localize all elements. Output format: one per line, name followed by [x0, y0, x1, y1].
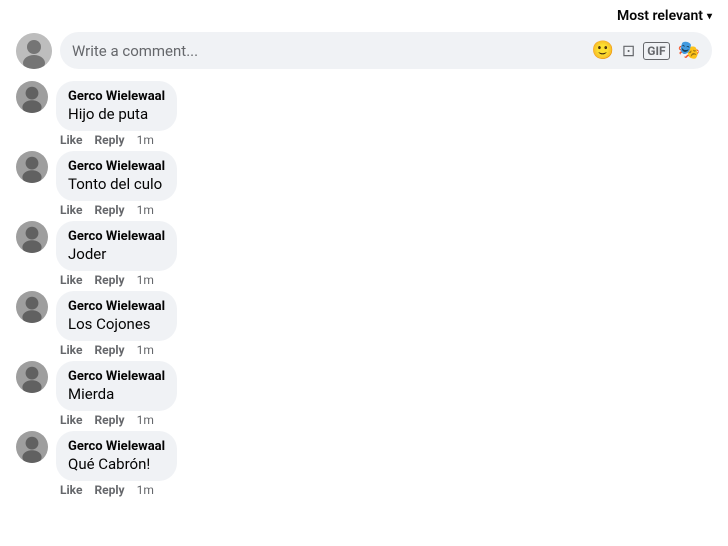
- commenter-avatar: [16, 361, 48, 393]
- commenter-avatar: [16, 81, 48, 113]
- chevron-down-icon: ▾: [707, 11, 712, 22]
- input-icons: 🙂 ⊡ GIF 🎭: [591, 40, 700, 61]
- top-bar: Most relevant ▾: [0, 0, 728, 28]
- comment-text: Joder: [68, 245, 165, 263]
- comment-text: Tonto del culo: [68, 175, 165, 193]
- comment-bubble: Gerco Wielewaal Mierda: [56, 361, 177, 411]
- reply-button[interactable]: Reply: [94, 203, 124, 217]
- comment-body: Gerco Wielewaal Los Cojones Like Reply 1…: [56, 291, 177, 357]
- comment-author: Gerco Wielewaal: [68, 229, 165, 244]
- like-button[interactable]: Like: [60, 483, 82, 497]
- sort-dropdown[interactable]: Most relevant ▾: [617, 8, 712, 24]
- comment-text: Hijo de puta: [68, 105, 165, 123]
- comment-bubble: Gerco Wielewaal Tonto del culo: [56, 151, 177, 201]
- comment-actions: Like Reply 1m: [56, 413, 177, 427]
- like-button[interactable]: Like: [60, 413, 82, 427]
- comment-item: Gerco Wielewaal Joder Like Reply 1m: [16, 221, 712, 287]
- comment-time: 1m: [137, 203, 154, 217]
- reply-button[interactable]: Reply: [94, 133, 124, 147]
- reply-button[interactable]: Reply: [94, 483, 124, 497]
- commenter-avatar: [16, 221, 48, 253]
- comment-bubble: Gerco Wielewaal Joder: [56, 221, 177, 271]
- comment-time: 1m: [137, 273, 154, 287]
- like-button[interactable]: Like: [60, 343, 82, 357]
- comment-time: 1m: [137, 483, 154, 497]
- comment-time: 1m: [137, 133, 154, 147]
- commenter-avatar: [16, 431, 48, 463]
- comment-item: Gerco Wielewaal Los Cojones Like Reply 1…: [16, 291, 712, 357]
- like-button[interactable]: Like: [60, 133, 82, 147]
- comment-time: 1m: [137, 413, 154, 427]
- reply-button[interactable]: Reply: [94, 343, 124, 357]
- comment-text: Los Cojones: [68, 315, 165, 333]
- sort-label: Most relevant: [617, 8, 703, 24]
- gif-icon[interactable]: GIF: [643, 42, 669, 60]
- comment-text: Qué Cabrón!: [68, 455, 165, 473]
- comment-input-box[interactable]: Write a comment... 🙂 ⊡ GIF 🎭: [60, 32, 712, 69]
- comment-item: Gerco Wielewaal Mierda Like Reply 1m: [16, 361, 712, 427]
- comment-actions: Like Reply 1m: [56, 203, 177, 217]
- commenter-avatar: [16, 291, 48, 323]
- reply-button[interactable]: Reply: [94, 273, 124, 287]
- reply-button[interactable]: Reply: [94, 413, 124, 427]
- like-button[interactable]: Like: [60, 273, 82, 287]
- comment-bubble: Gerco Wielewaal Los Cojones: [56, 291, 177, 341]
- comment-text: Mierda: [68, 385, 165, 403]
- comment-bubble: Gerco Wielewaal Hijo de puta: [56, 81, 177, 131]
- camera-icon[interactable]: ⊡: [622, 41, 635, 60]
- emoji-icon[interactable]: 🙂: [591, 40, 613, 61]
- comment-author: Gerco Wielewaal: [68, 369, 165, 384]
- like-button[interactable]: Like: [60, 203, 82, 217]
- comment-placeholder: Write a comment...: [72, 42, 583, 60]
- comment-actions: Like Reply 1m: [56, 483, 177, 497]
- comment-author: Gerco Wielewaal: [68, 89, 165, 104]
- comment-author: Gerco Wielewaal: [68, 159, 165, 174]
- comment-body: Gerco Wielewaal Mierda Like Reply 1m: [56, 361, 177, 427]
- comment-author: Gerco Wielewaal: [68, 299, 165, 314]
- comment-time: 1m: [137, 343, 154, 357]
- comment-item: Gerco Wielewaal Hijo de puta Like Reply …: [16, 81, 712, 147]
- comment-body: Gerco Wielewaal Qué Cabrón! Like Reply 1…: [56, 431, 177, 497]
- comment-actions: Like Reply 1m: [56, 133, 177, 147]
- sticker-icon[interactable]: 🎭: [678, 40, 700, 61]
- comment-item: Gerco Wielewaal Tonto del culo Like Repl…: [16, 151, 712, 217]
- comment-body: Gerco Wielewaal Tonto del culo Like Repl…: [56, 151, 177, 217]
- commenter-avatar: [16, 151, 48, 183]
- comment-input-row: Write a comment... 🙂 ⊡ GIF 🎭: [0, 28, 728, 81]
- comments-list: Gerco Wielewaal Hijo de puta Like Reply …: [0, 81, 728, 501]
- comment-body: Gerco Wielewaal Joder Like Reply 1m: [56, 221, 177, 287]
- comment-actions: Like Reply 1m: [56, 273, 177, 287]
- current-user-avatar: [16, 33, 52, 69]
- comment-bubble: Gerco Wielewaal Qué Cabrón!: [56, 431, 177, 481]
- comment-actions: Like Reply 1m: [56, 343, 177, 357]
- comment-author: Gerco Wielewaal: [68, 439, 165, 454]
- comment-body: Gerco Wielewaal Hijo de puta Like Reply …: [56, 81, 177, 147]
- comment-item: Gerco Wielewaal Qué Cabrón! Like Reply 1…: [16, 431, 712, 497]
